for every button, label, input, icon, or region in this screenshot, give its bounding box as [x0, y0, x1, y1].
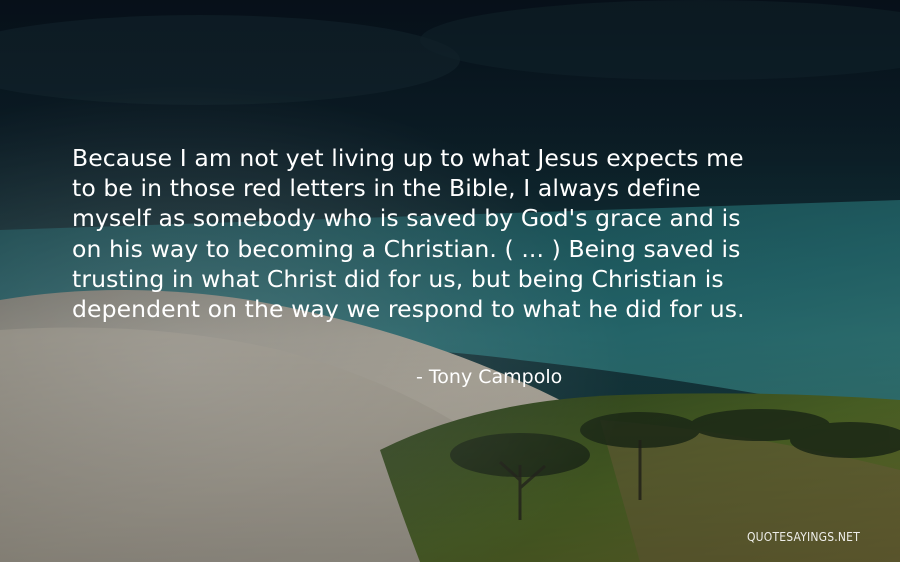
quote-line: to be in those red letters in the Bible,… — [72, 174, 701, 203]
quote-author: - Tony Campolo — [416, 366, 563, 388]
quote-text: Because I am not yet living up to what J… — [72, 143, 862, 324]
quote-line: on his way to becoming a Christian. ( ..… — [72, 234, 741, 263]
quote-line: dependent on the way we respond to what … — [72, 295, 745, 324]
quote-line: myself as somebody who is saved by God's… — [72, 204, 741, 233]
quote-line: Because I am not yet living up to what J… — [72, 144, 744, 172]
site-watermark: QUOTESAYINGS.NET — [746, 530, 860, 544]
quote-line: trusting in what Christ did for us, but … — [72, 264, 724, 293]
